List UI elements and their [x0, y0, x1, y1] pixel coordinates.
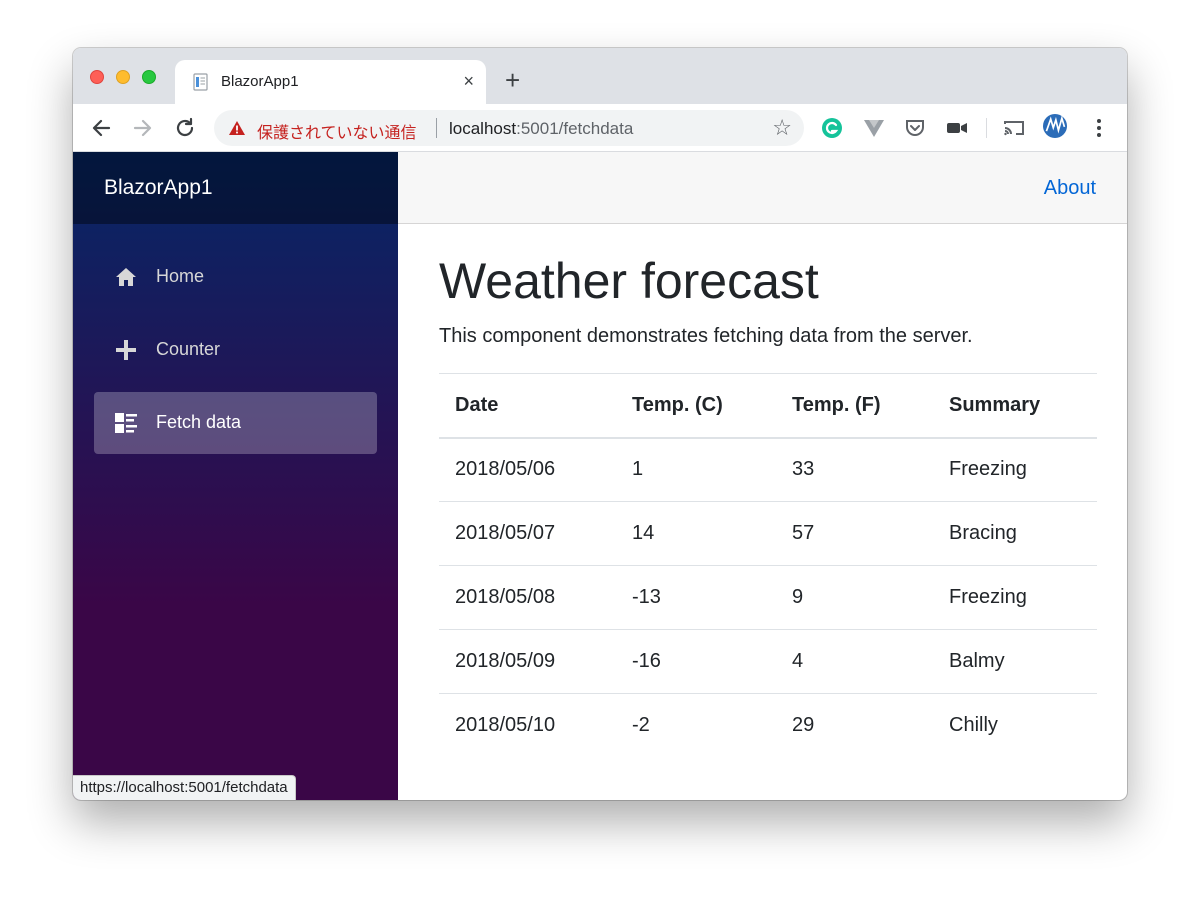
table-row: 2018/05/10 -2 29 Chilly: [439, 693, 1097, 758]
sidebar-item-label: Fetch data: [156, 412, 242, 432]
table-cell: Balmy: [933, 629, 1097, 694]
sidebar-item-home[interactable]: Home: [94, 246, 377, 308]
forecast-table: Date Temp. (C) Temp. (F) Summary 2018/05…: [439, 373, 1097, 758]
table-cell: -13: [616, 565, 776, 630]
table-cell: 33: [776, 437, 933, 502]
column-header: Temp. (F): [776, 373, 933, 439]
tab-title: BlazorApp1: [221, 73, 299, 90]
page-description: This component demonstrates fetching dat…: [439, 325, 973, 347]
forward-icon[interactable]: [129, 114, 157, 142]
warning-icon[interactable]: [228, 120, 246, 136]
brand-bar: BlazorApp1: [73, 152, 398, 224]
close-window-button[interactable]: [90, 70, 104, 84]
browser-window: BlazorApp1 × + 保護されていない通信 localhost:5001…: [73, 48, 1127, 800]
tab-close-icon[interactable]: ×: [463, 70, 474, 92]
browser-toolbar: 保護されていない通信 localhost:5001/fetchdata ☆: [73, 104, 1127, 152]
zoom-window-button[interactable]: [142, 70, 156, 84]
table-cell: -2: [616, 693, 776, 758]
url-text[interactable]: localhost:5001/fetchdata: [449, 119, 633, 139]
table-header-row: Date Temp. (C) Temp. (F) Summary: [439, 373, 1097, 439]
table-cell: -16: [616, 629, 776, 694]
table-cell: 2018/05/09: [439, 629, 616, 694]
list-rich-icon: [114, 411, 138, 435]
grammarly-icon[interactable]: [820, 116, 844, 140]
pocket-icon[interactable]: [903, 116, 927, 140]
sidebar-item-counter[interactable]: Counter: [94, 319, 377, 381]
home-icon: [114, 265, 138, 289]
table-cell: 9: [776, 565, 933, 630]
url-host: localhost: [449, 119, 517, 138]
sidebar-item-label: Counter: [156, 339, 221, 359]
table-cell: 2018/05/10: [439, 693, 616, 758]
minimize-window-button[interactable]: [116, 70, 130, 84]
table-cell: 57: [776, 501, 933, 566]
column-header: Temp. (C): [616, 373, 776, 439]
table-cell: 2018/05/08: [439, 565, 616, 630]
page-title: Weather forecast: [439, 253, 819, 309]
back-icon[interactable]: [87, 114, 115, 142]
column-header: Summary: [933, 373, 1097, 439]
table-cell: 4: [776, 629, 933, 694]
table-cell: Bracing: [933, 501, 1097, 566]
profile-avatar[interactable]: [1043, 114, 1071, 142]
table-cell: Freezing: [933, 437, 1097, 502]
more-menu-icon[interactable]: [1087, 116, 1111, 140]
column-header: Date: [439, 373, 616, 439]
page-favicon-icon: [191, 72, 211, 92]
new-tab-button[interactable]: +: [505, 67, 520, 93]
vue-devtools-icon[interactable]: [862, 116, 886, 140]
address-bar[interactable]: 保護されていない通信 localhost:5001/fetchdata ☆: [214, 110, 804, 146]
table-cell: 1: [616, 437, 776, 502]
reload-icon[interactable]: [171, 114, 199, 142]
sidebar-item-label: Home: [156, 266, 205, 286]
table-cell: Freezing: [933, 565, 1097, 630]
omnibox-divider: [436, 118, 437, 138]
table-cell: 29: [776, 693, 933, 758]
video-icon[interactable]: [945, 116, 969, 140]
table-row: 2018/05/06 1 33 Freezing: [439, 437, 1097, 502]
plus-icon: [114, 338, 138, 362]
url-path: :5001/fetchdata: [516, 119, 634, 138]
about-link[interactable]: About: [1044, 177, 1096, 200]
table-cell: 2018/05/07: [439, 501, 616, 566]
status-bar-url: https://localhost:5001/fetchdata: [73, 775, 296, 800]
table-row: 2018/05/09 -16 4 Balmy: [439, 629, 1097, 694]
table-cell: Chilly: [933, 693, 1097, 758]
table-row: 2018/05/08 -13 9 Freezing: [439, 565, 1097, 630]
security-warning-text[interactable]: 保護されていない通信: [257, 119, 417, 143]
sidebar-item-fetch-data[interactable]: Fetch data: [94, 392, 377, 454]
sidebar: BlazorApp1 Home Counter Fetch data: [73, 152, 398, 800]
app-brand-link[interactable]: BlazorApp1: [104, 176, 213, 200]
tab-strip: BlazorApp1 × +: [73, 48, 1127, 104]
table-cell: 2018/05/06: [439, 437, 616, 502]
table-row: 2018/05/07 14 57 Bracing: [439, 501, 1097, 566]
cast-icon[interactable]: [1002, 116, 1026, 140]
toolbar-divider: [986, 118, 987, 138]
table-cell: 14: [616, 501, 776, 566]
top-row: About: [398, 152, 1127, 224]
tab-blazorapp1[interactable]: BlazorApp1 ×: [175, 60, 486, 104]
star-icon[interactable]: ☆: [772, 116, 792, 140]
